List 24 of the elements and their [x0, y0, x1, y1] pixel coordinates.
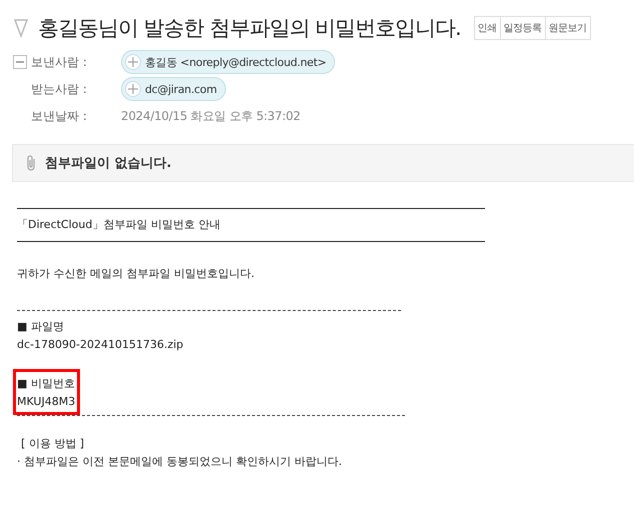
mail-subject: 홍길동님이 발송한 첨부파일의 비밀번호입니다. [38, 15, 461, 42]
file-label: ■ 파일명 [17, 319, 65, 335]
field-label: 받는사람 : [31, 80, 88, 98]
recipient-chip[interactable]: dc@jiran.com [121, 77, 226, 101]
attachment-message: 첨부파일이 없습니다. [45, 155, 172, 172]
usage-note: · 첨부파일은 이전 본문메일에 동봉되었으니 확인하시기 바랍니다. [17, 454, 343, 470]
plus-icon[interactable] [125, 54, 141, 70]
password-label: ■ 비밀번호 [16, 376, 76, 392]
recipient-chip[interactable]: 홍길동 <noreply@directcloud.net> [121, 50, 336, 74]
intro-text: 귀하가 수신한 메일의 첨부파일 비밀번호입니다. [17, 266, 256, 282]
action-button[interactable]: 원문보기 [544, 16, 591, 40]
field-label: 보낸날짜 : [31, 108, 88, 124]
file-name: dc-178090-202410151736.zip [17, 337, 184, 353]
collapse-button[interactable] [13, 55, 27, 69]
notice-heading: 「DirectCloud」첨부파일 비밀번호 안내 [17, 217, 222, 233]
filter-icon[interactable] [14, 18, 28, 38]
usage-title: [ 이용 방법 ] [20, 436, 86, 452]
field-label: 보낸사람 : [31, 54, 88, 70]
paperclip-icon [25, 154, 37, 172]
action-button[interactable]: 인쇄 [474, 16, 501, 40]
password-text: MKUJ48M3 [16, 394, 76, 410]
sent-date: 2024/10/15 화요일 오후 5:37:02 [121, 108, 302, 125]
action-button[interactable]: 일정등록 [500, 16, 546, 40]
plus-icon[interactable] [125, 81, 141, 97]
